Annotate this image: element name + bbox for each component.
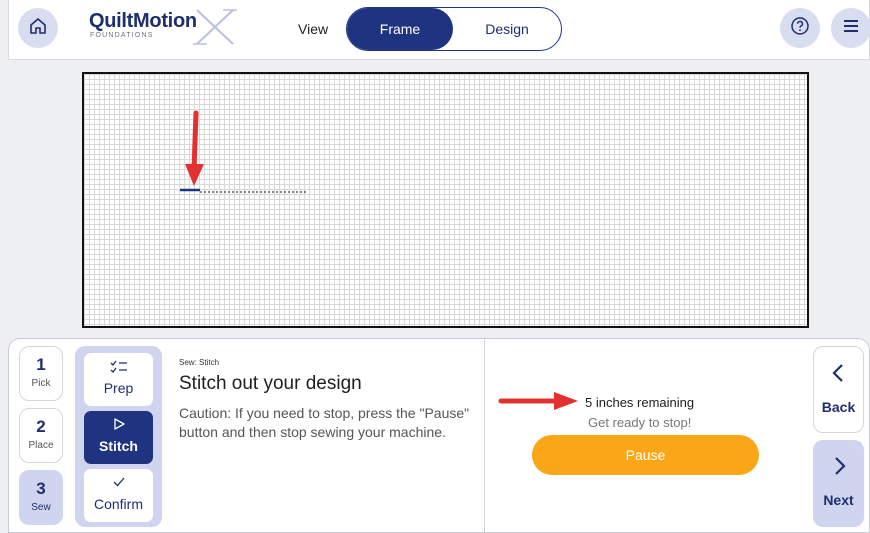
tab-frame[interactable]: Frame xyxy=(347,8,453,50)
home-button[interactable] xyxy=(18,8,58,48)
step-place[interactable]: 2 Place xyxy=(19,408,63,463)
chevron-left-icon xyxy=(814,361,863,385)
view-label: View xyxy=(298,21,329,37)
instruction-breadcrumb: Sew: Stitch xyxy=(179,358,220,367)
next-label: Next xyxy=(823,492,854,508)
logo-subtitle: FOUNDATIONS xyxy=(90,32,154,39)
tab-design[interactable]: Design xyxy=(453,8,561,50)
checkmark-icon xyxy=(84,475,153,491)
substep-label: Stitch xyxy=(99,438,138,454)
substep-label: Prep xyxy=(103,380,134,396)
home-icon xyxy=(28,16,48,41)
instruction-title: Stitch out your design xyxy=(179,373,362,394)
view-toggle: Frame Design xyxy=(346,7,562,51)
step-label: Sew xyxy=(31,502,51,513)
help-icon xyxy=(790,16,810,41)
back-button[interactable]: Back xyxy=(813,346,864,433)
top-bar: QuiltMotion FOUNDATIONS View Frame Desig… xyxy=(8,0,870,60)
help-button[interactable] xyxy=(780,8,820,48)
step-label: Place xyxy=(28,440,54,451)
step-label: Pick xyxy=(31,378,51,389)
ready-prompt: Get ready to stop! xyxy=(588,415,692,430)
step-pick[interactable]: 1 Pick xyxy=(19,346,63,401)
panel-divider xyxy=(484,339,485,533)
quiltmotion-logo: QuiltMotion FOUNDATIONS xyxy=(89,9,249,54)
menu-button[interactable] xyxy=(831,8,870,48)
next-button[interactable]: Next xyxy=(813,440,864,527)
step-sew[interactable]: 3 Sew xyxy=(19,470,63,525)
play-outline-icon xyxy=(84,417,153,433)
logo-x-mark xyxy=(193,9,237,45)
substep-stitch[interactable]: Stitch xyxy=(84,411,153,464)
chevron-right-icon xyxy=(813,454,864,478)
logo-wordmark: QuiltMotion xyxy=(89,10,197,32)
hamburger-menu-icon xyxy=(841,16,861,41)
substep-confirm[interactable]: Confirm xyxy=(84,469,153,522)
remaining-distance: 5 inches remaining xyxy=(585,395,695,410)
instruction-body: Caution: If you need to stop, press the … xyxy=(179,405,470,440)
step-number: 3 xyxy=(36,479,46,498)
annotation-arrow-right xyxy=(498,392,578,410)
substep-label: Confirm xyxy=(93,496,143,512)
step-number: 1 xyxy=(36,355,46,374)
checklist-icon xyxy=(84,359,153,375)
pause-button[interactable]: Pause xyxy=(532,435,759,475)
substep-prep[interactable]: Prep xyxy=(84,353,153,406)
substep-list: Prep Stitch Confirm xyxy=(75,346,162,527)
step-number: 2 xyxy=(36,417,46,436)
annotation-arrow-down xyxy=(185,110,204,186)
back-label: Back xyxy=(821,399,856,415)
